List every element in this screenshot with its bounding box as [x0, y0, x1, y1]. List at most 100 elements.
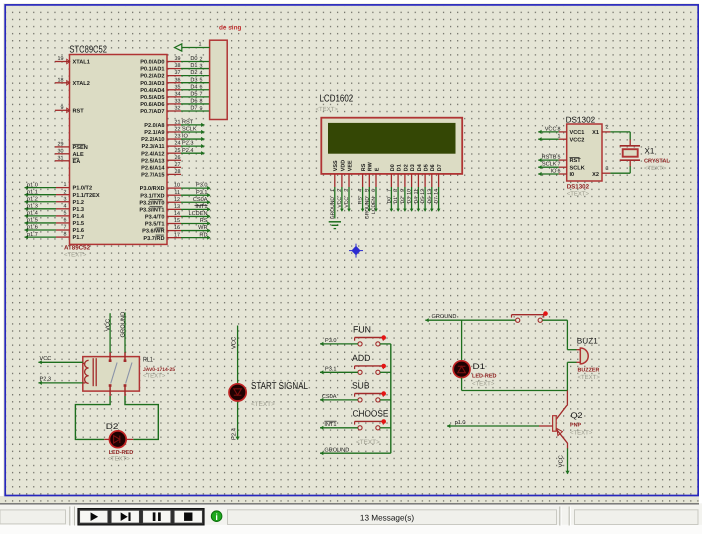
svg-text:p1.6: p1.6 — [27, 225, 38, 231]
svg-text:ADD: ADD — [352, 353, 371, 363]
svg-text:INT1: INT1 — [195, 204, 207, 210]
svg-text:7: 7 — [64, 225, 67, 231]
svg-text:RD: RD — [199, 232, 207, 238]
svg-text:1: 1 — [558, 134, 561, 140]
svg-text:4: 4 — [64, 203, 67, 209]
svg-text:RL1: RL1 — [143, 356, 153, 363]
svg-text:VCC: VCC — [545, 126, 557, 132]
svg-text:D7: D7 — [437, 164, 443, 171]
svg-text:2: 2 — [64, 189, 67, 195]
svg-text:D1: D1 — [190, 63, 197, 69]
svg-text:P0.6/AD6: P0.6/AD6 — [140, 101, 164, 108]
svg-text:D5: D5 — [424, 164, 430, 171]
svg-text:16: 16 — [174, 225, 180, 231]
svg-text:P1.4: P1.4 — [73, 214, 85, 220]
svg-text:JAV0-1714-25: JAV0-1714-25 — [143, 367, 175, 373]
svg-text:37: 37 — [175, 70, 181, 76]
svg-text:WR: WR — [198, 225, 207, 231]
svg-text:D3: D3 — [407, 197, 413, 204]
svg-text:ALE: ALE — [73, 152, 84, 158]
svg-text:VCC1: VCC1 — [570, 130, 585, 136]
svg-text:<TEXT>: <TEXT> — [570, 429, 593, 436]
svg-text:D2: D2 — [400, 197, 406, 204]
svg-text:P2.3: P2.3 — [182, 141, 194, 147]
svg-text:VEE: VEE — [347, 160, 353, 171]
svg-text:P0.4/AD4: P0.4/AD4 — [140, 87, 165, 94]
svg-text:X1: X1 — [645, 147, 655, 156]
svg-text:LCDEN: LCDEN — [189, 211, 208, 217]
svg-text:24: 24 — [175, 141, 181, 147]
svg-text:VSS: VSS — [333, 160, 339, 171]
svg-text:13: 13 — [174, 204, 180, 210]
svg-text:38: 38 — [175, 63, 181, 69]
svg-text:7: 7 — [200, 92, 203, 98]
svg-text:p1.1: p1.1 — [27, 189, 38, 195]
svg-text:p1.7: p1.7 — [27, 232, 38, 238]
svg-text:RSTB: RSTB — [542, 155, 557, 161]
svg-text:VDD: VDD — [340, 160, 346, 171]
svg-text:GROUND: GROUND — [324, 447, 349, 453]
svg-text:5: 5 — [64, 210, 67, 216]
svg-text:D2: D2 — [403, 164, 409, 171]
svg-text:E: E — [374, 167, 380, 171]
svg-text:6: 6 — [558, 169, 561, 175]
svg-text:de sing: de sing — [219, 25, 241, 32]
svg-text:CS0A: CS0A — [193, 197, 208, 203]
svg-text:RS: RS — [358, 196, 364, 204]
svg-text:8: 8 — [558, 126, 561, 132]
svg-text:8: 8 — [64, 232, 67, 238]
svg-text:GROUND: GROUND — [432, 314, 457, 320]
svg-text:P2.5/A13: P2.5/A13 — [141, 157, 164, 164]
svg-text:PSEN: PSEN — [73, 145, 88, 151]
svg-text:26: 26 — [175, 155, 181, 161]
svg-text:12: 12 — [174, 197, 180, 203]
svg-text:D1: D1 — [393, 197, 399, 204]
svg-text:P3.7/RD: P3.7/RD — [143, 235, 164, 242]
svg-text:GROUND: GROUND — [119, 312, 126, 338]
svg-text:P2.4/A12: P2.4/A12 — [141, 150, 164, 157]
svg-text:P3.6/WR: P3.6/WR — [142, 228, 164, 235]
svg-text:D4: D4 — [190, 84, 197, 90]
svg-text:SCLK: SCLK — [570, 165, 585, 171]
svg-text:VCC2: VCC2 — [570, 137, 585, 143]
svg-text:15: 15 — [174, 218, 180, 224]
svg-text:6: 6 — [200, 85, 203, 91]
svg-text:<TEXT>: <TEXT> — [356, 439, 380, 446]
svg-text:9: 9 — [200, 106, 203, 112]
svg-text:P0.5/AD5: P0.5/AD5 — [140, 94, 164, 101]
svg-text:VCC: VCC — [231, 337, 238, 349]
svg-text:5: 5 — [200, 78, 203, 84]
svg-text:D1: D1 — [473, 362, 486, 371]
svg-text:XTAL2: XTAL2 — [73, 81, 90, 87]
svg-text:P3.1/TXD: P3.1/TXD — [140, 192, 164, 199]
svg-text:CHOOSE: CHOOSE — [353, 408, 389, 418]
svg-text:34: 34 — [175, 91, 181, 97]
svg-text:P3.2/INT0: P3.2/INT0 — [139, 199, 164, 206]
svg-text:P2.4: P2.4 — [182, 148, 194, 154]
svg-text:P3.0: P3.0 — [325, 338, 337, 344]
svg-text:VCC: VCC — [344, 197, 350, 208]
svg-text:P0.3/AD3: P0.3/AD3 — [140, 80, 164, 87]
svg-text:RST: RST — [73, 108, 85, 114]
svg-text:p1.4: p1.4 — [27, 211, 38, 217]
svg-text:D3: D3 — [190, 77, 197, 83]
svg-text:11: 11 — [174, 190, 180, 196]
svg-text:XTAL1: XTAL1 — [73, 60, 90, 66]
svg-text:P3.5/T1: P3.5/T1 — [145, 221, 165, 228]
svg-text:P3.1: P3.1 — [196, 190, 208, 196]
svg-text:P1.1/T2EX: P1.1/T2EX — [73, 192, 100, 199]
svg-text:LED-RED: LED-RED — [109, 450, 134, 456]
svg-text:D2: D2 — [190, 70, 197, 76]
svg-text:Q2: Q2 — [571, 411, 584, 420]
svg-text:5: 5 — [558, 155, 561, 161]
svg-text:31: 31 — [58, 155, 64, 161]
svg-text:D0: D0 — [390, 164, 396, 171]
svg-text:D0: D0 — [190, 56, 197, 62]
svg-text:P0.1/AD1: P0.1/AD1 — [140, 66, 164, 73]
svg-text:D4: D4 — [417, 164, 423, 171]
svg-text:p1.0: p1.0 — [27, 182, 38, 188]
svg-text:LCD1602: LCD1602 — [320, 94, 354, 105]
svg-text:EA: EA — [73, 159, 81, 165]
svg-text:RST: RST — [182, 120, 194, 126]
svg-text:28: 28 — [175, 169, 181, 175]
